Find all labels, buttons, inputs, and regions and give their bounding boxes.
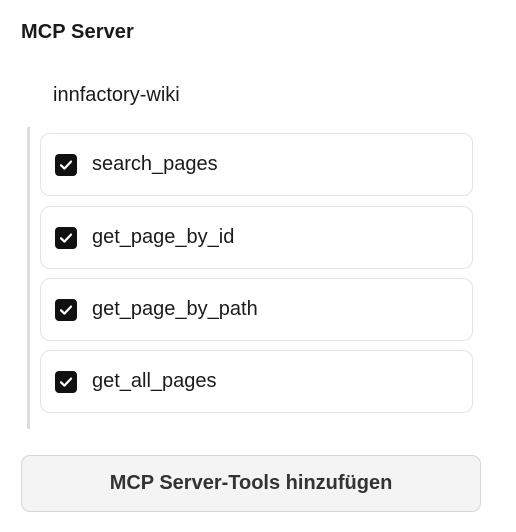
tools-list: search_pages get_page_by_id get_page_by_…: [27, 127, 478, 429]
tool-label: get_page_by_id: [92, 226, 235, 248]
checkbox-checked-icon[interactable]: [55, 299, 77, 321]
tool-item-search-pages[interactable]: search_pages: [40, 133, 473, 196]
tool-label: get_page_by_path: [92, 298, 258, 320]
tool-item-get-page-by-path[interactable]: get_page_by_path: [40, 278, 473, 341]
checkbox-checked-icon[interactable]: [55, 227, 77, 249]
checkbox-checked-icon[interactable]: [55, 371, 77, 393]
server-name: innfactory-wiki: [53, 84, 180, 106]
add-mcp-server-tools-button[interactable]: MCP Server-Tools hinzufügen: [21, 455, 481, 512]
tool-label: get_all_pages: [92, 370, 217, 392]
tool-item-get-page-by-id[interactable]: get_page_by_id: [40, 206, 473, 269]
tool-item-get-all-pages[interactable]: get_all_pages: [40, 350, 473, 413]
section-title: MCP Server: [21, 21, 134, 43]
checkbox-checked-icon[interactable]: [55, 154, 77, 176]
tool-label: search_pages: [92, 153, 218, 175]
